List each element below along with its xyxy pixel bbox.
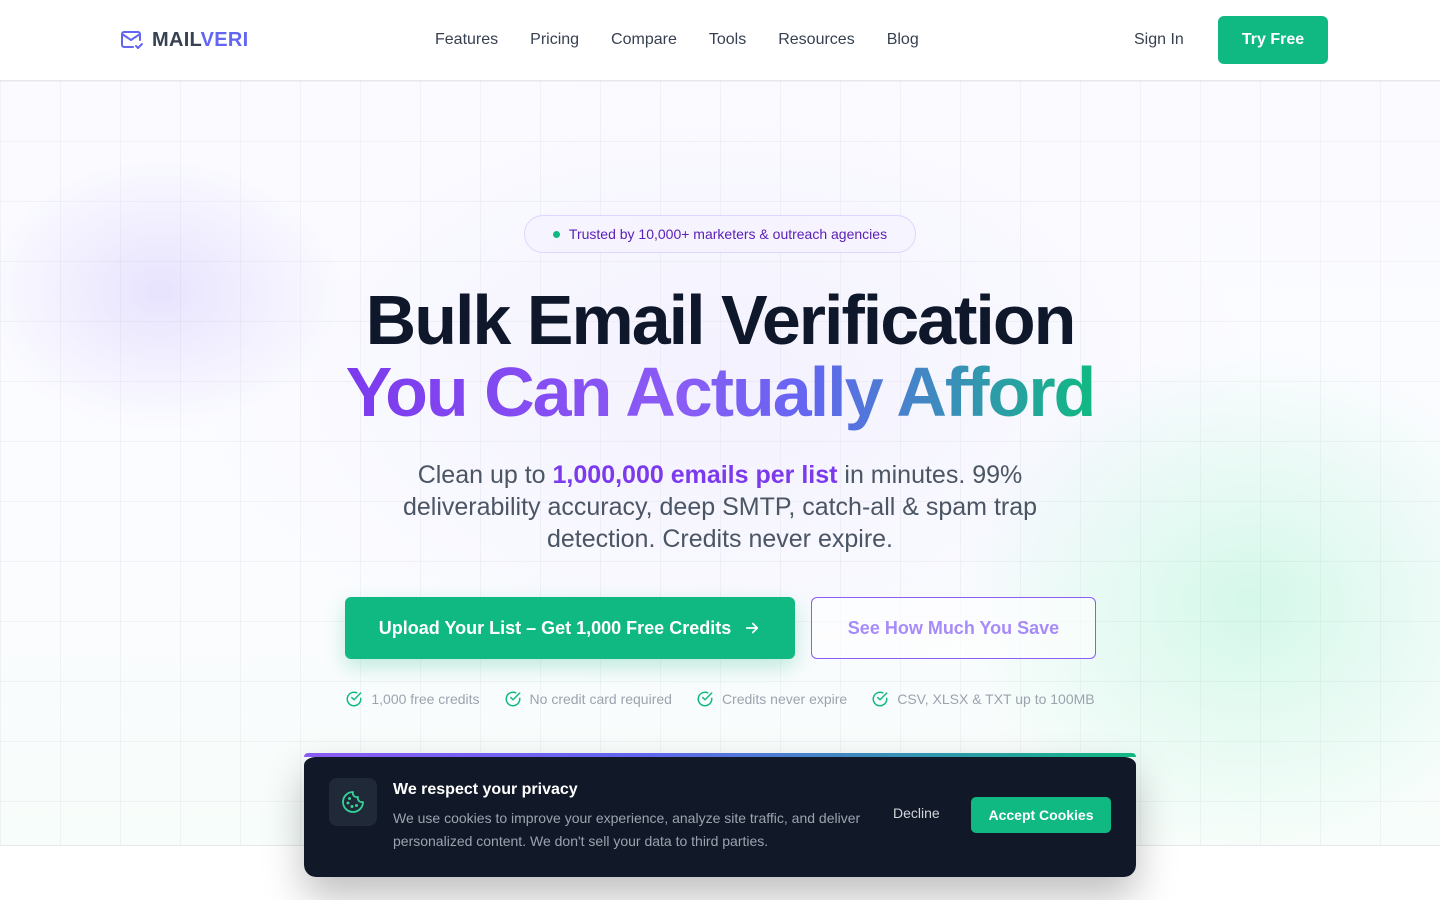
upload-list-button[interactable]: Upload Your List – Get 1,000 Free Credit… [345,597,795,659]
check-circle-icon [346,691,362,707]
logo-text-part1: MAIL [152,28,201,51]
cookie-icon [342,791,364,813]
nav-pricing[interactable]: Pricing [530,29,579,51]
logo[interactable]: MAILVERI [120,27,248,53]
feature-list: 1,000 free credits No credit card requir… [0,690,1440,708]
arrow-right-icon [746,622,759,634]
feature-label: CSV, XLSX & TXT up to 100MB [897,691,1095,707]
nav-resources[interactable]: Resources [778,29,854,51]
feature-item: CSV, XLSX & TXT up to 100MB [871,690,1095,708]
hero-section: Trusted by 10,000+ marketers & outreach … [0,81,1440,846]
check-circle-icon [505,691,521,707]
feature-item: No credit card required [504,690,672,708]
hero-subtext: Clean up to 1,000,000 emails per list in… [360,459,1080,555]
nav-features[interactable]: Features [435,29,498,51]
hero-subtext-start: Clean up to [417,461,553,489]
cookie-icon-container [329,778,377,826]
nav-compare[interactable]: Compare [611,29,677,51]
trust-badge-text: Trusted by 10,000+ marketers & outreach … [568,226,888,242]
cookie-banner-body: We use cookies to improve your experienc… [393,810,861,849]
hero-headline-line2-text: You Can Actually Afford [345,353,1097,431]
feature-label: 1,000 free credits [371,691,480,707]
feature-label: Credits never expire [721,691,848,707]
decline-cookies-button[interactable]: Decline [893,805,940,821]
upload-list-button-label: Upload Your List – Get 1,000 Free Credit… [378,617,732,638]
hero-headline-line2: You Can Actually Afford [0,355,1440,429]
cookie-banner-title: We respect your privacy [393,781,578,798]
feature-item: Credits never expire [696,690,847,708]
hero-headline-line1: Bulk Email Verification [365,281,1077,359]
status-dot-icon [552,230,560,238]
accept-cookies-button[interactable]: Accept Cookies [971,797,1111,833]
feature-label: No credit card required [529,691,672,707]
trust-badge: Trusted by 10,000+ marketers & outreach … [524,215,916,253]
mail-check-icon [121,31,143,49]
site-header: MAILVERI Features Pricing Compare Tools … [0,0,1440,81]
logo-text-part2: VERI [200,28,249,51]
logo-text: MAILVERI [152,29,248,52]
check-circle-icon [697,691,713,707]
sign-in-link[interactable]: Sign In [1134,29,1184,51]
nav-blog[interactable]: Blog [887,29,919,51]
nav-tools[interactable]: Tools [709,29,746,51]
cookie-banner: We respect your privacy We use cookies t… [304,753,1136,877]
see-savings-button[interactable]: See How Much You Save [811,597,1096,659]
main-nav: Features Pricing Compare Tools Resources… [435,29,919,51]
check-circle-icon [872,691,888,707]
try-free-button[interactable]: Try Free [1218,16,1328,64]
hero-subtext-highlight: 1,000,000 emails per list [552,461,838,489]
feature-item: 1,000 free credits [345,690,480,708]
